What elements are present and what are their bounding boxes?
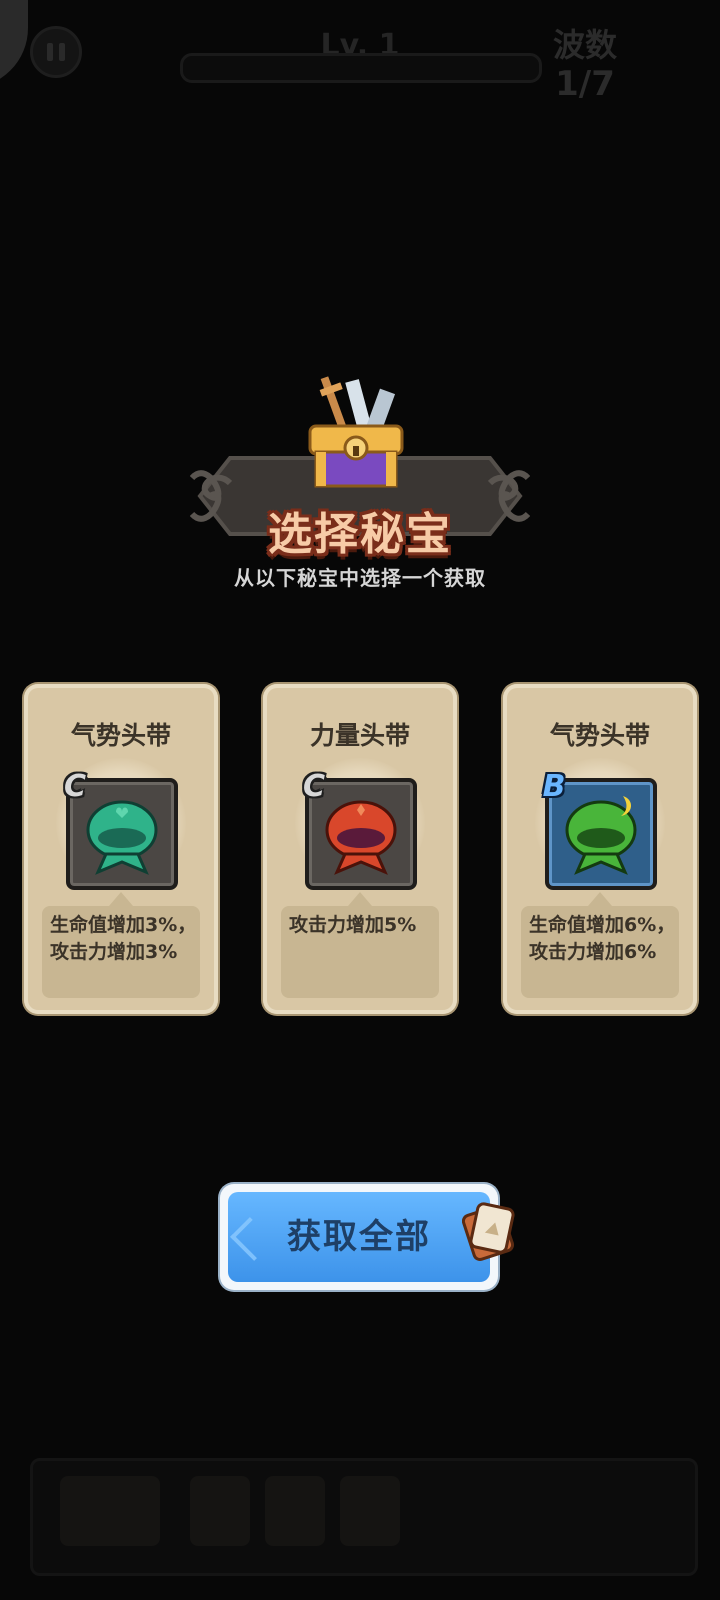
wave-value: 1/7 (555, 64, 615, 104)
treasure-name: 力量头带 (309, 721, 410, 750)
treasure-card-1[interactable]: 气势头带 C 生命值增加3%，攻击力增加3% (24, 684, 218, 1014)
scroll-icon (265, 1476, 325, 1546)
ticket-icon (461, 1200, 518, 1262)
treasure-card-2[interactable]: 力量头带 C 攻击力增加5% (263, 684, 457, 1014)
description-pointer (348, 892, 372, 906)
treasure-chest-icon (300, 368, 412, 496)
claim-all-button-face: 获取全部 (228, 1192, 490, 1282)
treasure-name: 气势头带 (70, 721, 171, 750)
skill-slot-icon (340, 1476, 400, 1546)
pause-button[interactable] (30, 26, 82, 78)
pause-icon (47, 43, 65, 61)
treasure-card-3[interactable]: 气势头带 B 生命值增加6%，攻击力增加6% (503, 684, 697, 1014)
claim-all-label: 获取全部 (287, 1217, 431, 1257)
page-subtitle: 从以下秘宝中选择一个获取 (234, 566, 486, 590)
treasure-description: 攻击力增加5% (289, 914, 417, 936)
grade-badge: C (302, 769, 326, 804)
description-pointer (109, 892, 133, 906)
book-icon (60, 1476, 160, 1546)
game-screen: Lv. 1 波数 1/7 选择秘宝 从以下秘宝中选择一个获取 气势头带 C 生命… (0, 0, 720, 1600)
treasure-description: 生命值增加3%，攻击力增加3% (50, 914, 197, 963)
hud-corner-decoration (0, 0, 28, 88)
page-title: 选择秘宝 (268, 509, 452, 560)
treasure-description: 生命值增加6%，攻击力增加6% (529, 914, 676, 963)
grade-badge: C (63, 769, 87, 804)
description-pointer (588, 892, 612, 906)
treasure-name: 气势头带 (549, 721, 650, 750)
skill-slot-icon (190, 1476, 250, 1546)
wave-label: 波数 (552, 26, 617, 64)
claim-all-button[interactable]: 获取全部 (220, 1184, 498, 1290)
level-progress-bar (180, 53, 542, 83)
grade-badge: B (542, 769, 566, 804)
